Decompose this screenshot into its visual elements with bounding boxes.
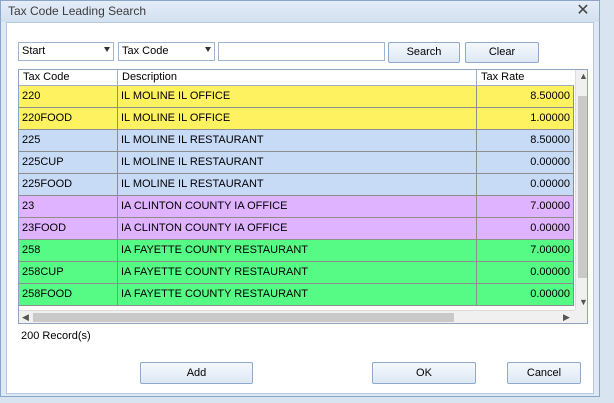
cell-description: IL MOLINE IL OFFICE (118, 108, 477, 129)
cell-tax-code: 225FOOD (19, 174, 118, 195)
column-header-tax-rate[interactable]: Tax Rate (477, 70, 574, 85)
cell-tax-rate: 0.00000 (477, 262, 574, 283)
cell-description: IL MOLINE IL RESTAURANT (118, 130, 477, 151)
cell-tax-code: 258 (19, 240, 118, 261)
cell-tax-rate: 0.00000 (477, 284, 574, 305)
horizontal-scrollbar[interactable]: ◀ ▶ (19, 310, 575, 323)
cell-tax-code: 220 (19, 86, 118, 107)
cell-description: IL MOLINE IL RESTAURANT (118, 152, 477, 173)
cell-tax-code: 23 (19, 196, 118, 217)
record-count: 200 Record(s) (21, 330, 91, 342)
scroll-corner (575, 310, 587, 323)
title-bar[interactable]: Tax Code Leading Search ✕ (1, 1, 599, 22)
tax-code-grid[interactable]: Tax Code Description Tax Rate 220 IL MOLI… (18, 69, 588, 324)
cell-tax-code: 220FOOD (19, 108, 118, 129)
table-row[interactable]: 225CUP IL MOLINE IL RESTAURANT 0.00000 (19, 152, 574, 174)
field-value: Tax Code (122, 45, 169, 57)
dialog-content: Start Tax Code Search Clear Tax Code Des… (6, 22, 594, 394)
ok-button[interactable]: OK (372, 362, 476, 384)
add-button[interactable]: Add (140, 362, 253, 384)
column-header-tax-code[interactable]: Tax Code (19, 70, 118, 85)
table-row[interactable]: 225 IL MOLINE IL RESTAURANT 8.50000 (19, 130, 574, 152)
cell-tax-code: 225 (19, 130, 118, 151)
vertical-scroll-thumb[interactable] (578, 96, 587, 278)
cell-tax-rate: 8.50000 (477, 86, 574, 107)
cell-tax-code: 258CUP (19, 262, 118, 283)
window-title: Tax Code Leading Search (8, 4, 147, 18)
cell-tax-rate: 0.00000 (477, 152, 574, 173)
cancel-button[interactable]: Cancel (507, 362, 581, 384)
field-select[interactable]: Tax Code (118, 42, 215, 61)
cell-tax-rate: 7.00000 (477, 240, 574, 261)
grid-header: Tax Code Description Tax Rate (19, 70, 574, 86)
cell-tax-code: 258FOOD (19, 284, 118, 305)
cell-tax-code: 225CUP (19, 152, 118, 173)
table-row[interactable]: 220 IL MOLINE IL OFFICE 8.50000 (19, 86, 574, 108)
cell-tax-rate: 1.00000 (477, 108, 574, 129)
chevron-down-icon (205, 47, 211, 52)
match-mode-value: Start (22, 45, 46, 57)
search-button[interactable]: Search (388, 42, 460, 63)
cell-description: IA CLINTON COUNTY IA OFFICE (118, 196, 477, 217)
table-row[interactable]: 23 IA CLINTON COUNTY IA OFFICE 7.00000 (19, 196, 574, 218)
scroll-right-icon[interactable]: ▶ (563, 311, 570, 323)
table-row[interactable]: 225FOOD IL MOLINE IL RESTAURANT 0.00000 (19, 174, 574, 196)
cell-description: IA FAYETTE COUNTY RESTAURANT (118, 240, 477, 261)
cell-description: IA CLINTON COUNTY IA OFFICE (118, 218, 477, 239)
cell-description: IL MOLINE IL OFFICE (118, 86, 477, 107)
column-header-description[interactable]: Description (118, 70, 477, 85)
cell-tax-rate: 0.00000 (477, 174, 574, 195)
scroll-up-icon[interactable]: ▲ (579, 70, 587, 83)
vertical-scrollbar[interactable]: ▲ ▼ (575, 70, 587, 310)
cell-description: IL MOLINE IL RESTAURANT (118, 174, 477, 195)
scroll-down-icon[interactable]: ▼ (579, 296, 587, 309)
match-mode-select[interactable]: Start (18, 42, 114, 61)
table-row[interactable]: 258 IA FAYETTE COUNTY RESTAURANT 7.00000 (19, 240, 574, 262)
search-input[interactable] (218, 42, 385, 61)
cell-tax-code: 23FOOD (19, 218, 118, 239)
horizontal-scroll-thumb[interactable] (33, 313, 454, 322)
cell-description: IA FAYETTE COUNTY RESTAURANT (118, 284, 477, 305)
table-row[interactable]: 220FOOD IL MOLINE IL OFFICE 1.00000 (19, 108, 574, 130)
tax-code-search-dialog: Tax Code Leading Search ✕ Start Tax Code… (0, 0, 600, 397)
scroll-left-icon[interactable]: ◀ (22, 311, 29, 323)
chevron-down-icon (104, 47, 110, 52)
table-row[interactable]: 23FOOD IA CLINTON COUNTY IA OFFICE 0.00000 (19, 218, 574, 240)
cell-description: IA FAYETTE COUNTY RESTAURANT (118, 262, 477, 283)
table-row[interactable]: 258FOOD IA FAYETTE COUNTY RESTAURANT 0.000… (19, 284, 574, 306)
cell-tax-rate: 7.00000 (477, 196, 574, 217)
cell-tax-rate: 0.00000 (477, 218, 574, 239)
clear-button[interactable]: Clear (465, 42, 539, 63)
close-icon[interactable]: ✕ (573, 1, 593, 21)
table-row[interactable]: 258CUP IA FAYETTE COUNTY RESTAURANT 0.0000… (19, 262, 574, 284)
cell-tax-rate: 8.50000 (477, 130, 574, 151)
